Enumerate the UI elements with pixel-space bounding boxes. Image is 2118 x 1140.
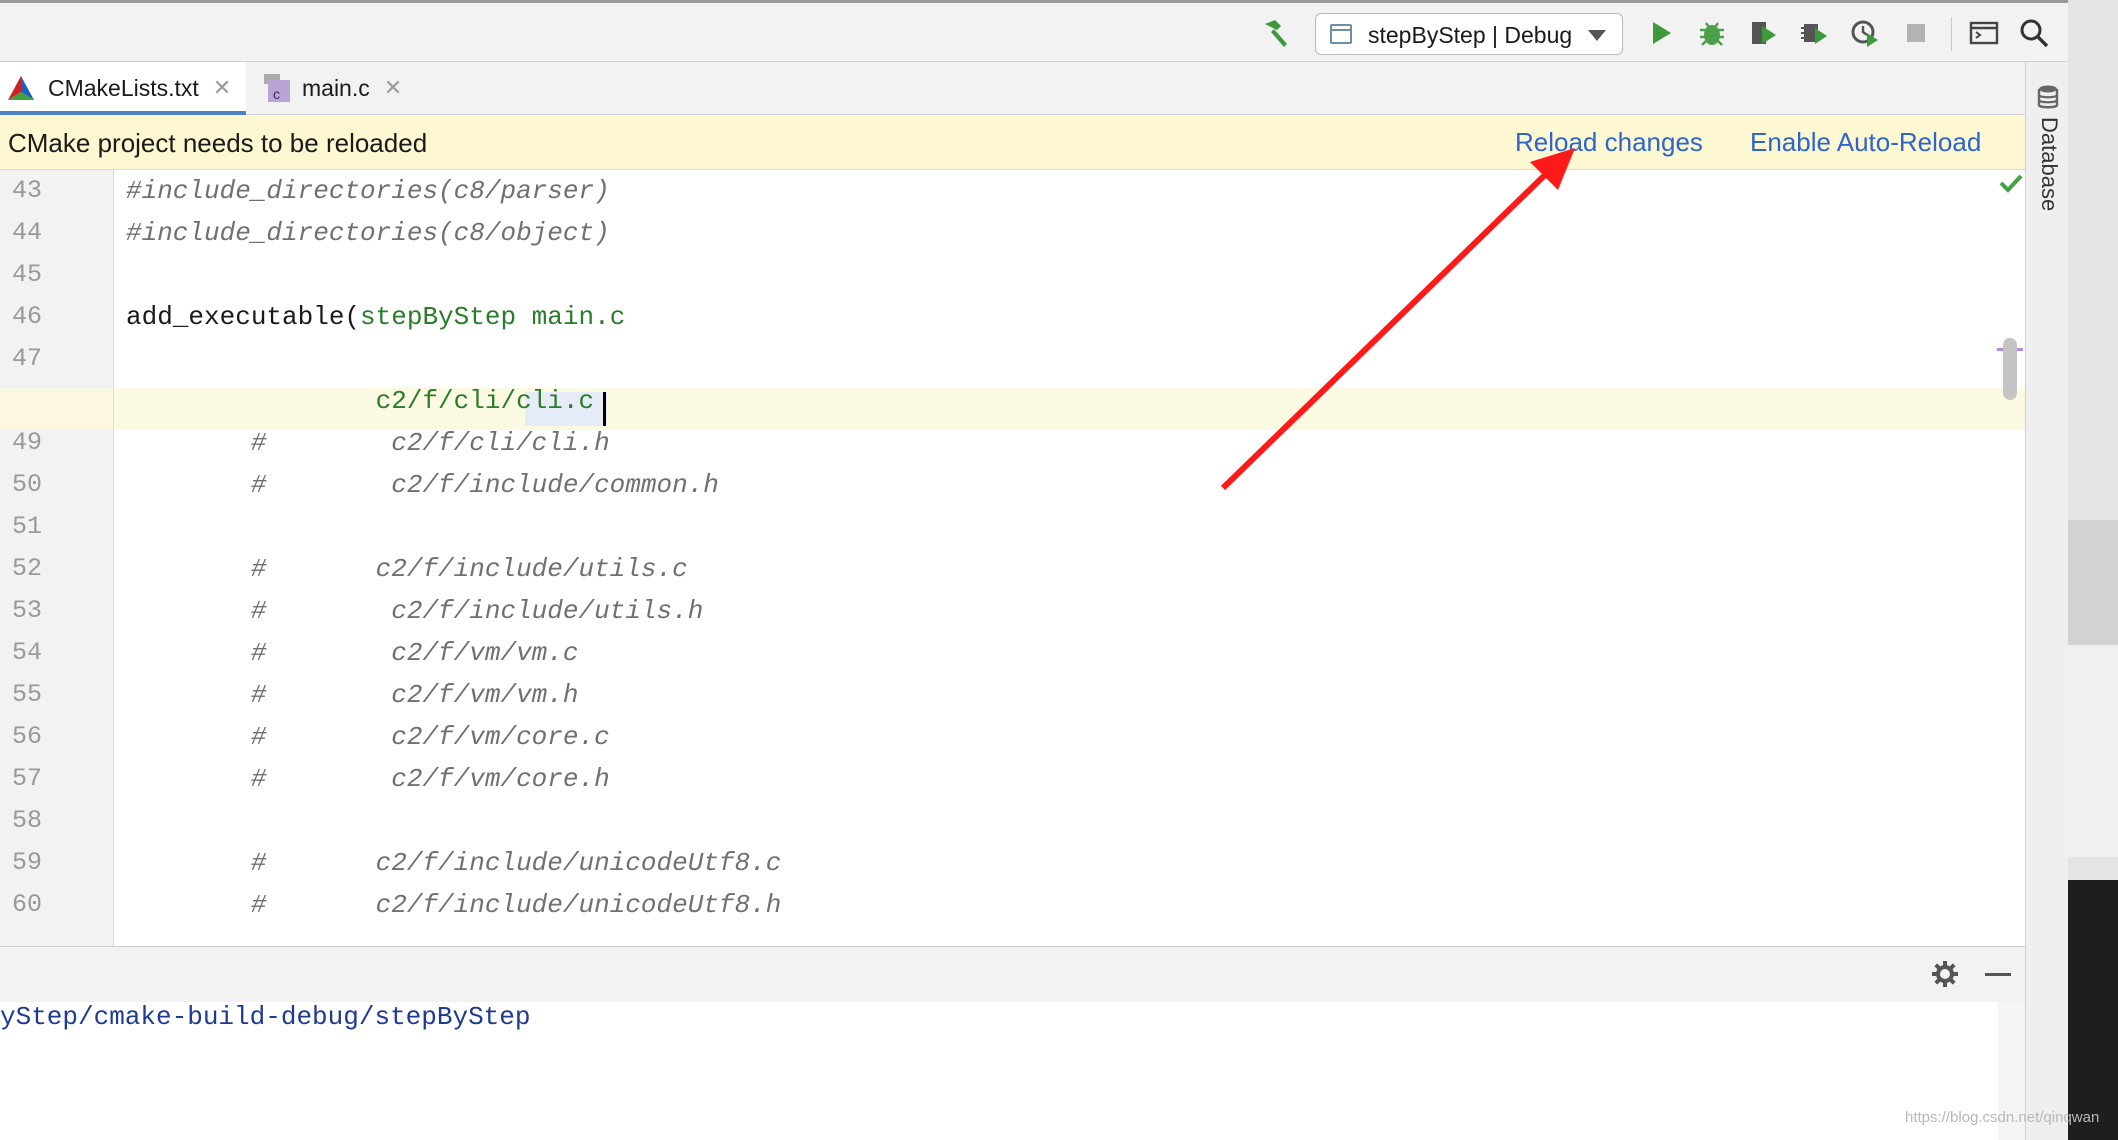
code-token: add_executable(	[126, 302, 361, 332]
check-icon	[1998, 172, 2024, 199]
current-line-gutter-highlight	[0, 388, 113, 430]
line-number: 53	[12, 596, 43, 625]
code-line: # c2/f/vm/vm.c	[126, 638, 579, 668]
line-number: 44	[12, 218, 43, 247]
line-number: 49	[12, 428, 43, 457]
editor-scrollbar-thumb[interactable]	[2003, 338, 2017, 400]
window-edge-background	[2068, 0, 2118, 1140]
code-line: # c2/f/include/unicodeUtf8.h	[126, 890, 782, 920]
code-token: #include_directories(c8/parser)	[126, 176, 610, 206]
line-number: 45	[12, 260, 43, 289]
code-token: # c2/f/include/utils.c	[126, 554, 688, 584]
line-number: 57	[12, 764, 43, 793]
line-number: 55	[12, 680, 43, 709]
line-number: 47	[12, 344, 43, 373]
console-output-line: yStep/cmake-build-debug/stepByStep	[0, 1002, 531, 1032]
enable-auto-reload-link[interactable]: Enable Auto-Reload	[1750, 127, 1981, 158]
code-token: # c2/f/include/common.h	[126, 470, 719, 500]
code-line: # c2/f/include/common.h	[126, 470, 719, 500]
c-file-icon: c	[262, 72, 290, 104]
attach-icon[interactable]	[1794, 13, 1834, 53]
coverage-icon[interactable]	[1743, 13, 1783, 53]
minimize-icon[interactable]	[1985, 973, 2011, 976]
run-console[interactable]: yStep/cmake-build-debug/stepByStep	[0, 1002, 1998, 1140]
svg-text:c: c	[273, 86, 280, 102]
line-number: 46	[12, 302, 43, 331]
line-number: 60	[12, 890, 43, 919]
debug-icon[interactable]	[1692, 13, 1732, 53]
code-token: stepByStep main.c	[360, 302, 626, 332]
line-number: 51	[12, 512, 43, 541]
code-token: # c2/f/vm/core.h	[126, 764, 610, 794]
tab-cmakelists[interactable]: CMakeLists.txt ✕	[0, 62, 246, 115]
code-line: # c2/f/cli/cli.h	[126, 428, 610, 458]
code-line: # c2/f/include/unicodeUtf8.c	[126, 848, 782, 878]
run-configuration-label: stepByStep | Debug	[1368, 22, 1573, 48]
code-line: # c2/f/vm/vm.h	[126, 680, 579, 710]
gear-icon[interactable]	[1930, 959, 1960, 994]
code-token: # c2/f/cli/cli.h	[126, 428, 610, 458]
main-toolbar: stepByStep | Debug	[0, 0, 2068, 62]
tab-label: CMakeLists.txt	[48, 74, 199, 101]
line-number: 50	[12, 470, 43, 499]
close-icon[interactable]: ✕	[384, 75, 402, 101]
code-token: #include_directories(c8/object)	[126, 218, 610, 248]
right-tool-strip: Database	[2025, 62, 2068, 1140]
code-token: # c2/f/include/utils.h	[126, 596, 704, 626]
database-tool-tab[interactable]: Database	[2034, 84, 2062, 234]
watermark: https://blog.csdn.net/qinqwan	[1905, 1109, 2100, 1126]
configuration-icon	[1330, 24, 1352, 44]
code-token: # c2/f/vm/vm.h	[126, 680, 579, 710]
code-token: # c2/f/include/unicodeUtf8.h	[126, 890, 782, 920]
chevron-down-icon	[1588, 30, 1606, 41]
code-token: # c2/f/vm/vm.c	[126, 638, 579, 668]
code-line: # c2/f/include/utils.c	[126, 554, 688, 584]
line-number: 59	[12, 848, 43, 877]
code-line: add_executable(stepByStep main.c	[126, 302, 625, 332]
run-panel-header	[0, 946, 2025, 1002]
profile-icon[interactable]	[1845, 13, 1885, 53]
line-number: 43	[12, 176, 43, 205]
line-number: 58	[12, 806, 43, 835]
notification-message: CMake project needs to be reloaded	[8, 128, 428, 158]
code-token: # c2/f/vm/core.c	[126, 722, 610, 752]
database-icon	[2036, 84, 2060, 115]
line-number: 56	[12, 722, 43, 751]
run-icon[interactable]	[1641, 13, 1681, 53]
database-label: Database	[2037, 117, 2062, 212]
code-line: # c2/f/vm/core.h	[126, 764, 610, 794]
code-line: # c2/f/vm/core.c	[126, 722, 610, 752]
stop-icon[interactable]	[1896, 13, 1936, 53]
cmake-reload-notification: CMake project needs to be reloaded Reloa…	[0, 115, 2025, 170]
code-line: #include_directories(c8/object)	[126, 218, 610, 248]
code-editor[interactable]: 434445464748495051525354555657585960 #in…	[0, 170, 2025, 946]
hammer-icon[interactable]	[1254, 13, 1294, 53]
line-number-gutter: 434445464748495051525354555657585960	[0, 170, 114, 946]
code-line: # c2/f/include/utils.h	[126, 596, 703, 626]
code-token: # c2/f/include/unicodeUtf8.c	[126, 848, 782, 878]
close-icon[interactable]: ✕	[213, 75, 231, 101]
cmake-icon	[6, 74, 36, 102]
search-icon[interactable]	[2014, 13, 2054, 53]
editor-tab-bar: CMakeLists.txt ✕ c main.c ✕	[0, 62, 2025, 115]
tab-main-c[interactable]: c main.c ✕	[262, 62, 412, 114]
text-cursor	[603, 392, 606, 426]
code-line: c2/f/cli/cli.c	[126, 386, 594, 416]
tab-label: main.c	[302, 74, 370, 101]
line-number: 54	[12, 638, 43, 667]
reload-changes-link[interactable]: Reload changes	[1515, 127, 1703, 158]
line-number: 52	[12, 554, 43, 583]
code-line: #include_directories(c8/parser)	[126, 176, 610, 206]
layout-icon[interactable]	[1964, 13, 2004, 53]
toolbar-separator	[1951, 17, 1952, 51]
run-configuration-selector[interactable]: stepByStep | Debug	[1315, 13, 1623, 55]
code-token: c2/f/cli/cli.c	[126, 386, 595, 416]
